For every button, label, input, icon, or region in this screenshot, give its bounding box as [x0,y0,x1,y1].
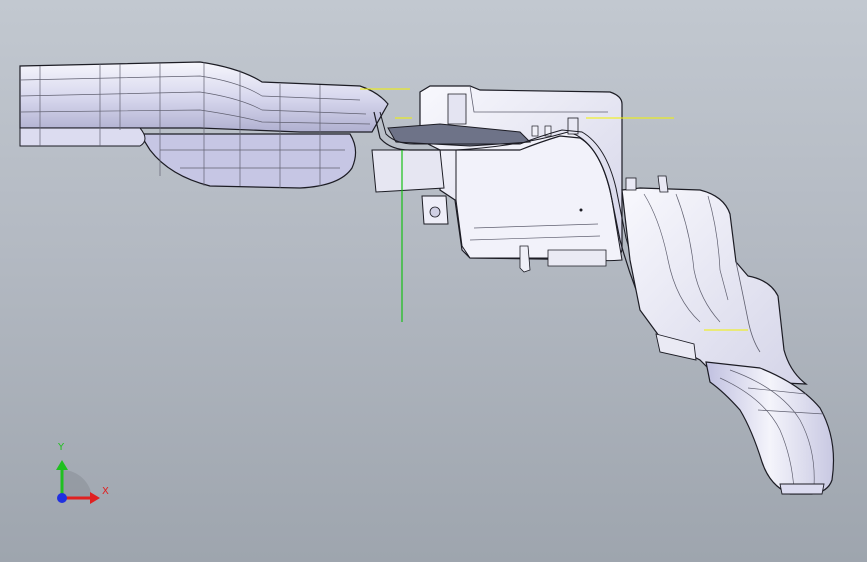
3d-model-view[interactable] [0,0,867,562]
triad-x-label: X [102,486,109,497]
triad-y-label: Y [58,442,65,453]
graphics-viewport[interactable]: Y X [0,0,867,562]
center-housing-part[interactable] [371,85,623,273]
left-duct-part[interactable] [19,61,389,189]
axis-z-icon [57,493,67,503]
coordinate-triad [56,460,100,504]
right-arm-duct-part[interactable] [621,175,835,495]
